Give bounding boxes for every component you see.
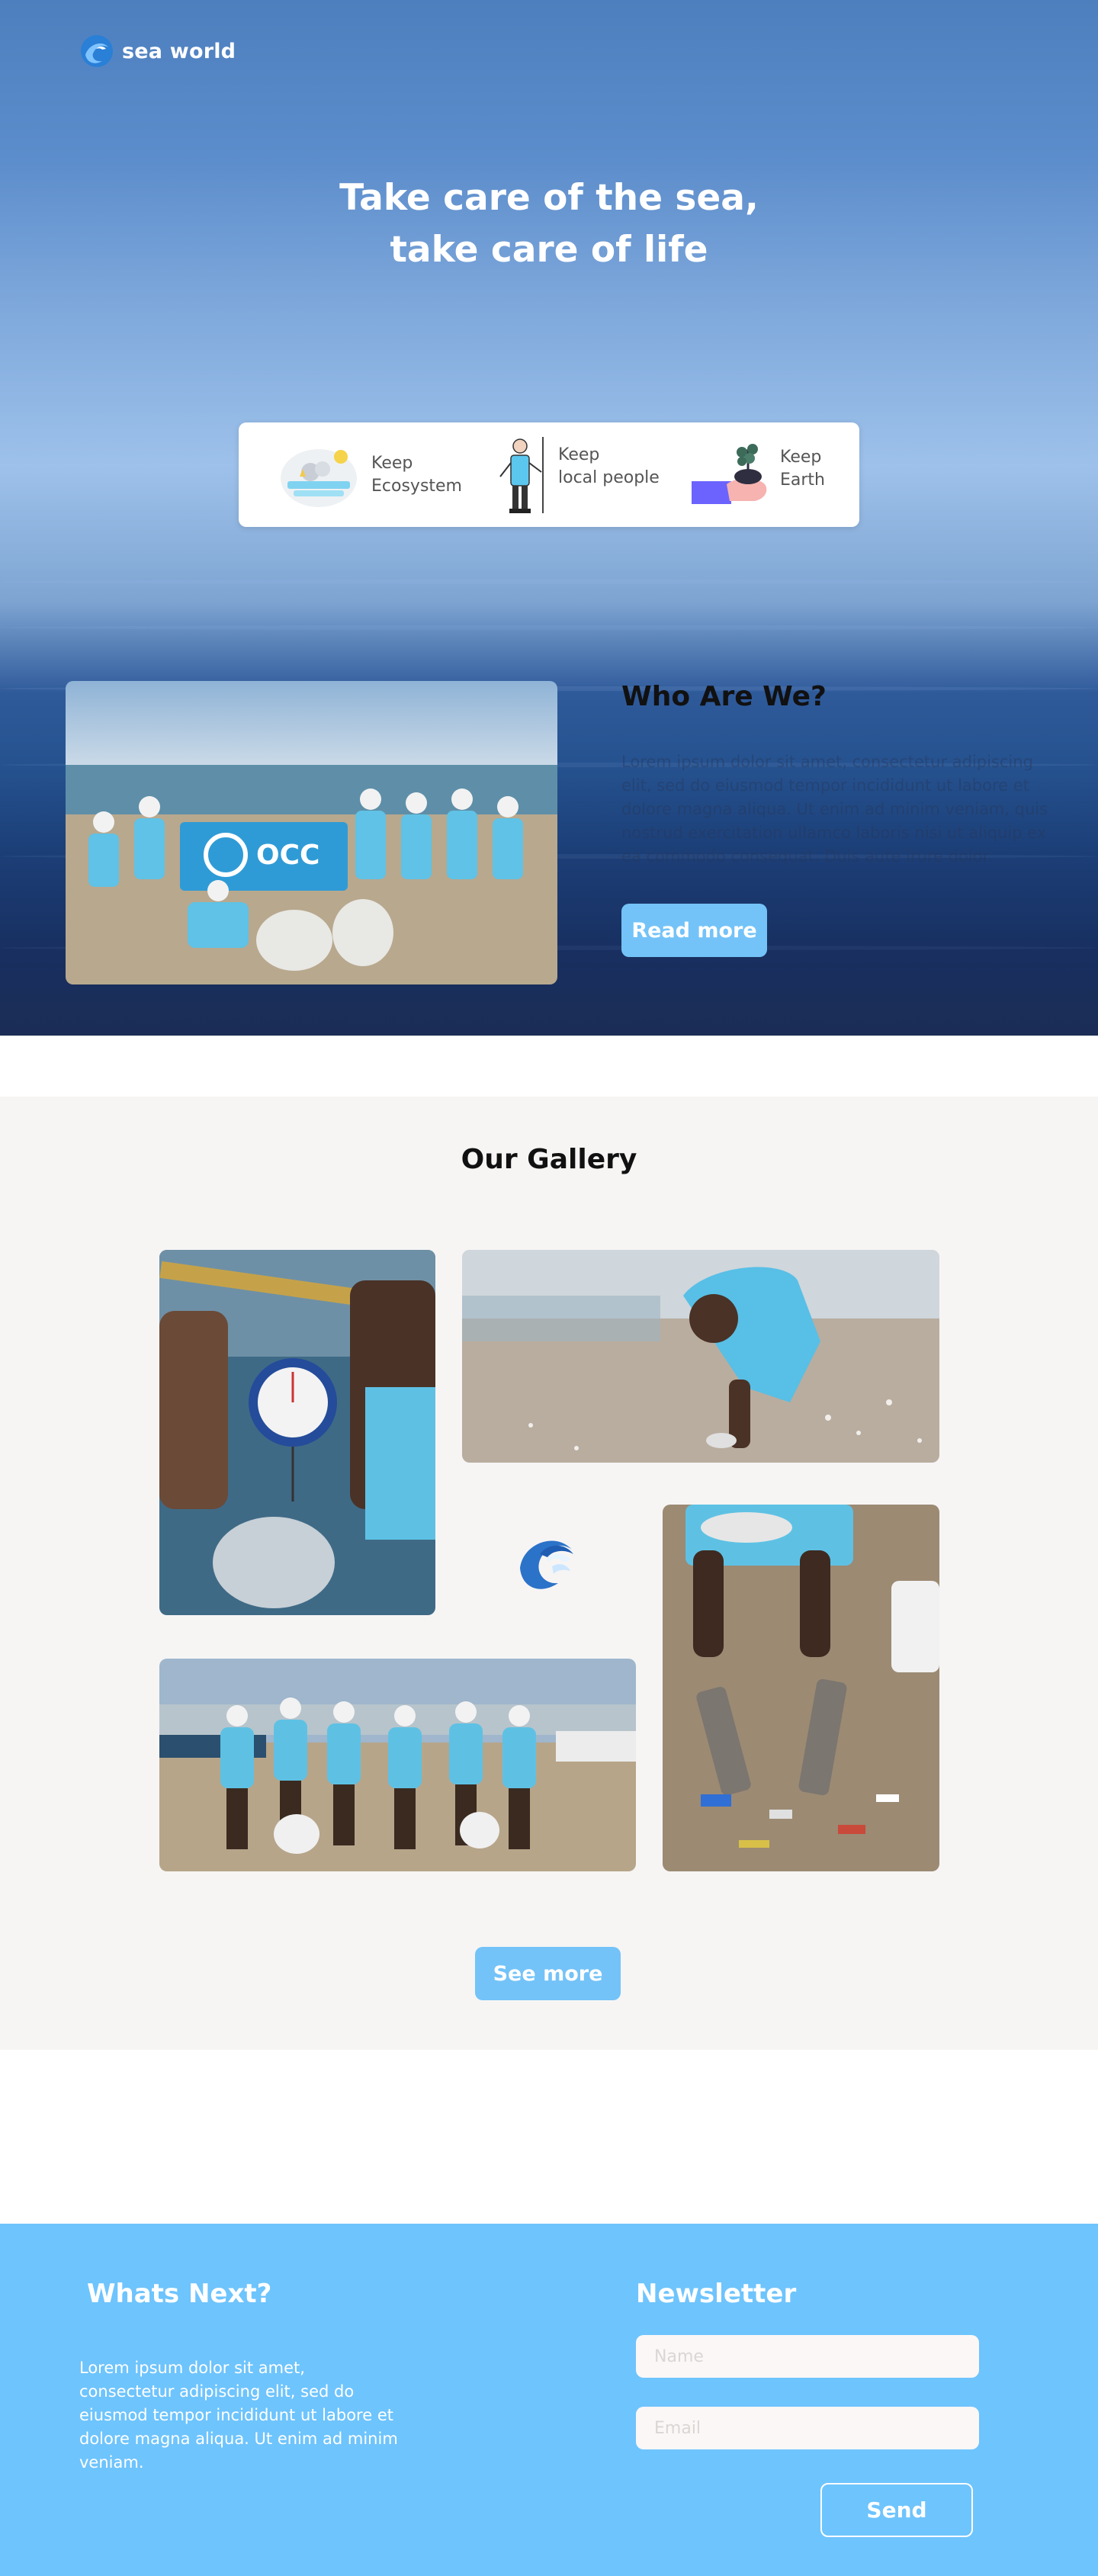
whats-next-description: Lorem ipsum dolor sit amet, consectetur … (79, 2359, 398, 2472)
see-more-button[interactable]: See more (475, 1947, 621, 2000)
sea-wave (0, 625, 1098, 630)
feature-label-line2: Earth (780, 470, 825, 490)
feature-label: Keep Earth (780, 446, 825, 492)
brand-name: sea world (122, 39, 236, 63)
earth-plant-illustration-icon (689, 438, 774, 512)
team-photo: OCC (66, 681, 557, 984)
feature-ecosystem: Keep Ecosystem (277, 422, 462, 527)
newsletter-email-input[interactable] (636, 2407, 979, 2449)
feature-label: Keep local people (558, 444, 660, 490)
gallery-photo-scale[interactable] (159, 1250, 435, 1615)
gallery-photo-trash-pickup[interactable] (663, 1505, 939, 1871)
feature-label-line1: Keep (558, 445, 600, 464)
hero-title-line1: Take care of the sea, (339, 177, 759, 219)
features-card: Keep Ecosystem Keep local people Keep Ea… (239, 422, 859, 527)
feature-label-line1: Keep (780, 447, 822, 467)
gallery-photo-volunteer-group[interactable] (159, 1659, 636, 1871)
gallery-photo-beach-cleanup[interactable] (462, 1250, 939, 1463)
read-more-button[interactable]: Read more (621, 904, 767, 957)
ecosystem-illustration-icon (277, 440, 361, 510)
feature-label-line2: local people (558, 467, 660, 487)
brand-logo[interactable]: sea world (79, 34, 236, 69)
whats-next-title: Whats Next? (87, 2279, 272, 2309)
feature-earth: Keep Earth (689, 422, 825, 527)
newsletter-title: Newsletter (636, 2279, 797, 2309)
newsletter-name-input[interactable] (636, 2335, 979, 2378)
send-button[interactable]: Send (820, 2483, 973, 2537)
hero-title-line2: take care of life (390, 229, 708, 271)
sea-wave (0, 580, 1098, 584)
feature-label-line1: Keep (371, 453, 413, 473)
who-description: Lorem ipsum dolor sit amet, consectetur … (621, 753, 1048, 866)
feature-local-people: Keep local people (493, 422, 660, 527)
hero-title: Take care of the sea, take care of life (0, 172, 1098, 276)
dolphin-logo-icon (81, 35, 113, 67)
fisherman-illustration-icon (493, 432, 551, 518)
feature-label: Keep Ecosystem (371, 452, 462, 498)
dolphin-emblem-icon (520, 1540, 573, 1589)
who-title: Who Are We? (621, 681, 827, 712)
gallery-title: Our Gallery (461, 1144, 637, 1175)
feature-label-line2: Ecosystem (371, 476, 462, 496)
svg-text:OCC: OCC (256, 840, 319, 871)
